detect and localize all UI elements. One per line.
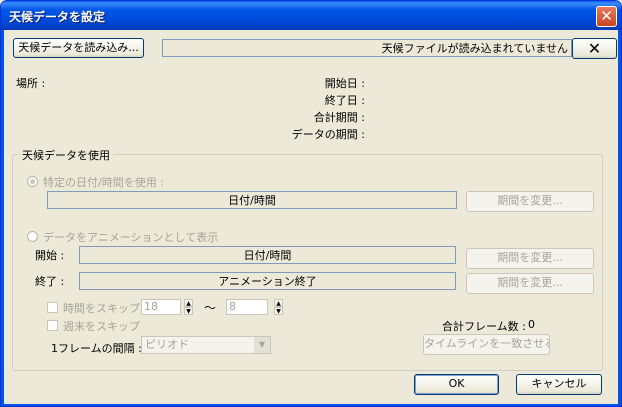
title-bar[interactable]: 天候データを設定 ✕ [1,1,621,30]
change-period-button-1[interactable]: 期間を変更... [466,191,594,212]
skip-weekends-checkbox[interactable] [47,320,58,331]
clear-file-button[interactable]: ✕ [572,38,617,59]
specific-date-field: 日付/時間 [47,191,457,209]
skip-weekends-label: 週末をスキップ [63,320,140,333]
start-date-label: 開始日 : [324,77,365,90]
skip-hours-from-input[interactable]: 18 [141,299,181,315]
specific-date-radio[interactable] [27,176,38,187]
cancel-button[interactable]: キャンセル [516,374,602,395]
total-period-label: 合計期間 : [313,111,365,124]
anim-start-field: 日付/時間 [79,246,456,264]
end-date-label: 終了日 : [324,94,365,107]
frame-interval-value: ピリオド [145,338,189,351]
animation-radio[interactable] [27,231,38,242]
spin-up-icon[interactable]: ▲ [184,299,193,307]
frame-left [1,30,4,406]
weather-file-status: 天候ファイルが読み込まれていません [162,39,572,57]
spin-down-icon[interactable]: ▼ [184,307,193,315]
radio-selected-dot [30,179,35,184]
frame-interval-label: 1フレームの間隔 : [51,342,142,355]
ok-button[interactable]: OK [414,374,499,395]
frame-interval-select[interactable]: ピリオド ▼ [141,336,271,354]
chevron-down-icon[interactable]: ▼ [254,337,270,353]
window-title: 天候データを設定 [9,10,106,24]
anim-start-label: 開始 : [35,249,65,262]
close-icon: ✕ [587,39,602,58]
skip-hours-to-input[interactable]: 8 [226,299,268,315]
total-frames-label: 合計フレーム数 : [442,320,526,333]
spin-down-icon[interactable]: ▼ [274,307,283,315]
load-weather-button[interactable]: 天候データを読み込み... [13,38,144,58]
spin-up-icon[interactable]: ▲ [274,299,283,307]
total-frames-value: 0 [528,318,535,331]
data-period-label: データの期間 : [291,128,365,141]
range-tilde: 〜 [204,301,217,315]
use-weather-group-title: 天候データを使用 [19,147,113,163]
animation-label: データをアニメーションとして表示 [43,231,219,244]
anim-end-field: アニメーション終了 [79,272,456,290]
anim-end-label: 終了 : [35,275,65,288]
skip-hours-checkbox[interactable] [47,302,58,313]
frame-right [618,30,621,406]
dialog-window: 天候データを設定 ✕ 天候データを読み込み... 天候ファイルが読み込まれていま… [0,0,622,407]
specific-date-label: 特定の日付/時間を使用 : [43,176,164,189]
change-period-button-3[interactable]: 期間を変更... [466,273,594,294]
match-timeline-button[interactable]: タイムラインを一致させる [423,334,550,355]
skip-hours-label: 時間をスキップ [63,302,140,315]
window-close-button[interactable]: ✕ [596,6,617,27]
location-label: 場所 : [16,77,46,90]
change-period-button-2[interactable]: 期間を変更... [466,248,594,269]
